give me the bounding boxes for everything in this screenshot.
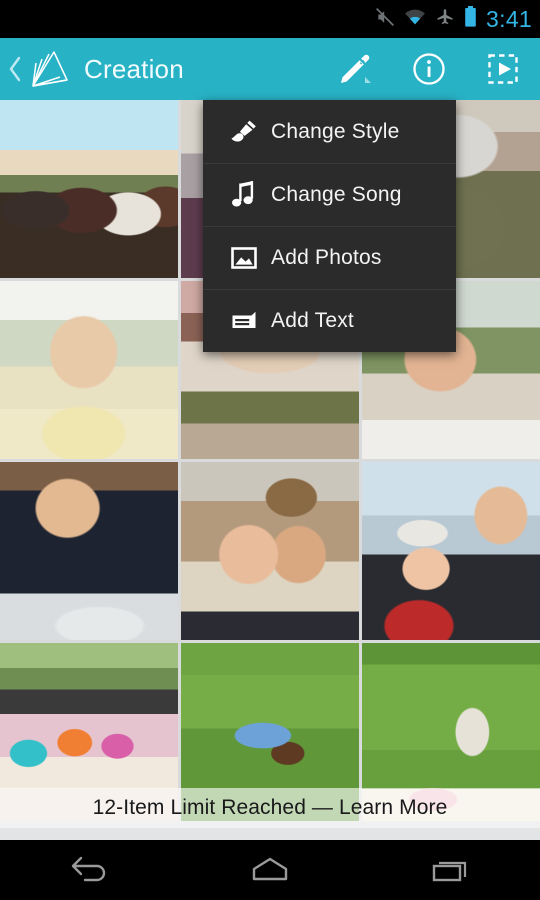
nav-back-button[interactable] bbox=[30, 840, 150, 900]
grid-bottom-edge bbox=[0, 828, 540, 840]
limit-banner-text: 12-Item Limit Reached — Learn More bbox=[92, 796, 448, 819]
photo-thumbnail bbox=[0, 281, 178, 459]
status-bar: 3:41 bbox=[0, 0, 540, 38]
edit-dropdown-menu: Change Style Change Song Add Photos Add … bbox=[203, 100, 456, 352]
brush-icon bbox=[217, 100, 271, 163]
airplane-mode-icon bbox=[435, 7, 455, 32]
back-chevron-icon[interactable] bbox=[4, 38, 26, 100]
grid-photo-tile[interactable] bbox=[0, 462, 178, 640]
menu-item-add-photos[interactable]: Add Photos bbox=[203, 226, 456, 289]
menu-item-label: Add Photos bbox=[271, 246, 382, 269]
info-button[interactable] bbox=[392, 38, 466, 100]
grid-photo-tile[interactable] bbox=[181, 462, 359, 640]
status-banner[interactable]: 12-Item Limit Reached — Learn More bbox=[0, 788, 540, 828]
menu-item-add-text[interactable]: Add Text bbox=[203, 289, 456, 352]
image-icon bbox=[217, 227, 271, 290]
photo-thumbnail bbox=[181, 462, 359, 640]
menu-item-label: Change Song bbox=[271, 183, 402, 206]
phone-screen: 3:41 Creation 12-Item Limit Reached — Le… bbox=[0, 0, 540, 900]
edit-button[interactable] bbox=[318, 38, 392, 100]
status-bar-clock: 3:41 bbox=[486, 5, 532, 32]
preview-button[interactable] bbox=[466, 38, 540, 100]
music-note-icon bbox=[217, 164, 271, 227]
grid-photo-tile[interactable] bbox=[0, 281, 178, 459]
menu-item-change-song[interactable]: Change Song bbox=[203, 163, 456, 226]
grid-photo-tile[interactable] bbox=[0, 100, 178, 278]
menu-item-label: Change Style bbox=[271, 119, 400, 143]
photo-thumbnail bbox=[0, 462, 178, 640]
add-text-icon bbox=[217, 290, 271, 353]
battery-icon bbox=[464, 6, 477, 32]
page-title: Creation bbox=[84, 53, 184, 84]
photo-thumbnail bbox=[362, 462, 540, 640]
status-icons bbox=[375, 6, 477, 32]
navigation-bar bbox=[0, 840, 540, 900]
action-bar: Creation bbox=[0, 38, 540, 100]
photo-fan-logo-icon bbox=[26, 45, 74, 93]
nav-home-button[interactable] bbox=[210, 840, 330, 900]
menu-item-label: Add Text bbox=[271, 309, 354, 332]
photo-thumbnail bbox=[0, 100, 178, 278]
grid-photo-tile[interactable] bbox=[362, 462, 540, 640]
menu-item-change-style[interactable]: Change Style bbox=[203, 100, 456, 163]
nav-recents-button[interactable] bbox=[390, 840, 510, 900]
wifi-icon bbox=[404, 8, 426, 31]
volume-mute-icon bbox=[375, 7, 395, 32]
